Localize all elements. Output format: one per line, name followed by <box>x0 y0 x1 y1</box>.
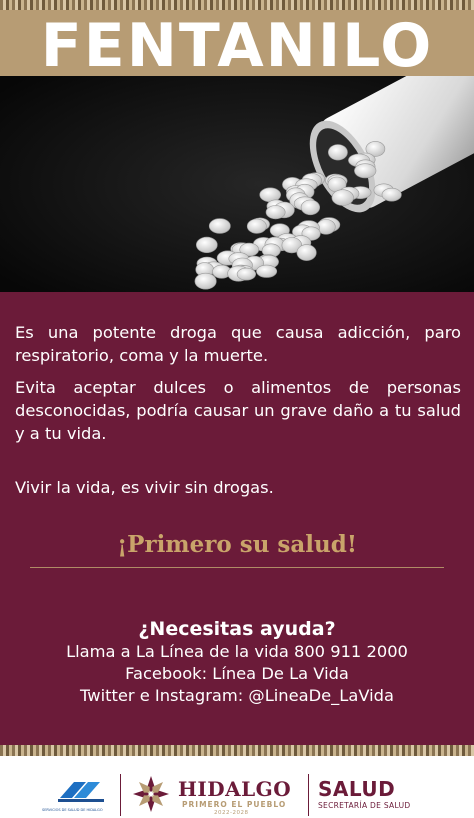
divider <box>30 567 444 568</box>
bottom-pattern-band <box>0 745 474 756</box>
pill <box>246 218 267 234</box>
pill <box>236 267 256 281</box>
page-title: FENTANILO <box>40 11 434 81</box>
pills-photo <box>0 76 474 292</box>
slogan: ¡Primero su salud! <box>117 531 357 558</box>
salud-wordmark: SALUD <box>318 777 396 801</box>
helpline-phone: Llama a La Línea de la vida 800 911 2000 <box>66 642 408 661</box>
pill <box>327 144 348 161</box>
pill <box>331 189 354 206</box>
pill <box>194 272 217 290</box>
health-services-caption: SERVICIOS DE SALUD DE HIDALGO <box>42 808 103 812</box>
pill <box>296 244 317 261</box>
logo-separator <box>120 774 121 816</box>
hidalgo-flower-icon <box>133 776 169 812</box>
title-bar: FENTANILO <box>0 10 474 76</box>
poster: FENTANILO Es una potente droga que causa… <box>0 0 474 818</box>
salud-subtitle: SECRETARÍA DE SALUD <box>318 801 411 810</box>
footer-logos: SERVICIOS DE SALUD DE HIDALGO HIDALGO PR… <box>0 756 474 818</box>
warning-paragraph: Es una potente droga que causa adicción,… <box>15 323 461 365</box>
helpline-social: Twitter e Instagram: @LineaDe_LaVida <box>80 686 394 705</box>
pill <box>208 218 231 234</box>
hidalgo-years: 2022-2028 <box>214 810 249 816</box>
pill <box>196 236 218 253</box>
motto-paragraph: Vivir la vida, es vivir sin drogas. <box>15 478 274 497</box>
top-pattern-band <box>0 0 474 10</box>
hidalgo-wordmark: HIDALGO <box>178 777 292 801</box>
hidalgo-tagline: PRIMERO EL PUEBLO <box>182 800 287 809</box>
pill <box>354 163 377 179</box>
pill <box>256 264 278 278</box>
health-services-logo <box>58 782 104 802</box>
pill <box>300 199 321 216</box>
logo-separator <box>308 774 309 816</box>
help-title: ¿Necesitas ayuda? <box>138 618 336 640</box>
advice-paragraph: Evita aceptar dulces o alimentos de pers… <box>15 378 461 443</box>
info-panel: Es una potente droga que causa adicción,… <box>0 292 474 745</box>
pill <box>265 205 286 220</box>
pill <box>381 187 402 202</box>
helpline-facebook: Facebook: Línea De La Vida <box>125 664 349 683</box>
pills-illustration <box>0 76 474 292</box>
